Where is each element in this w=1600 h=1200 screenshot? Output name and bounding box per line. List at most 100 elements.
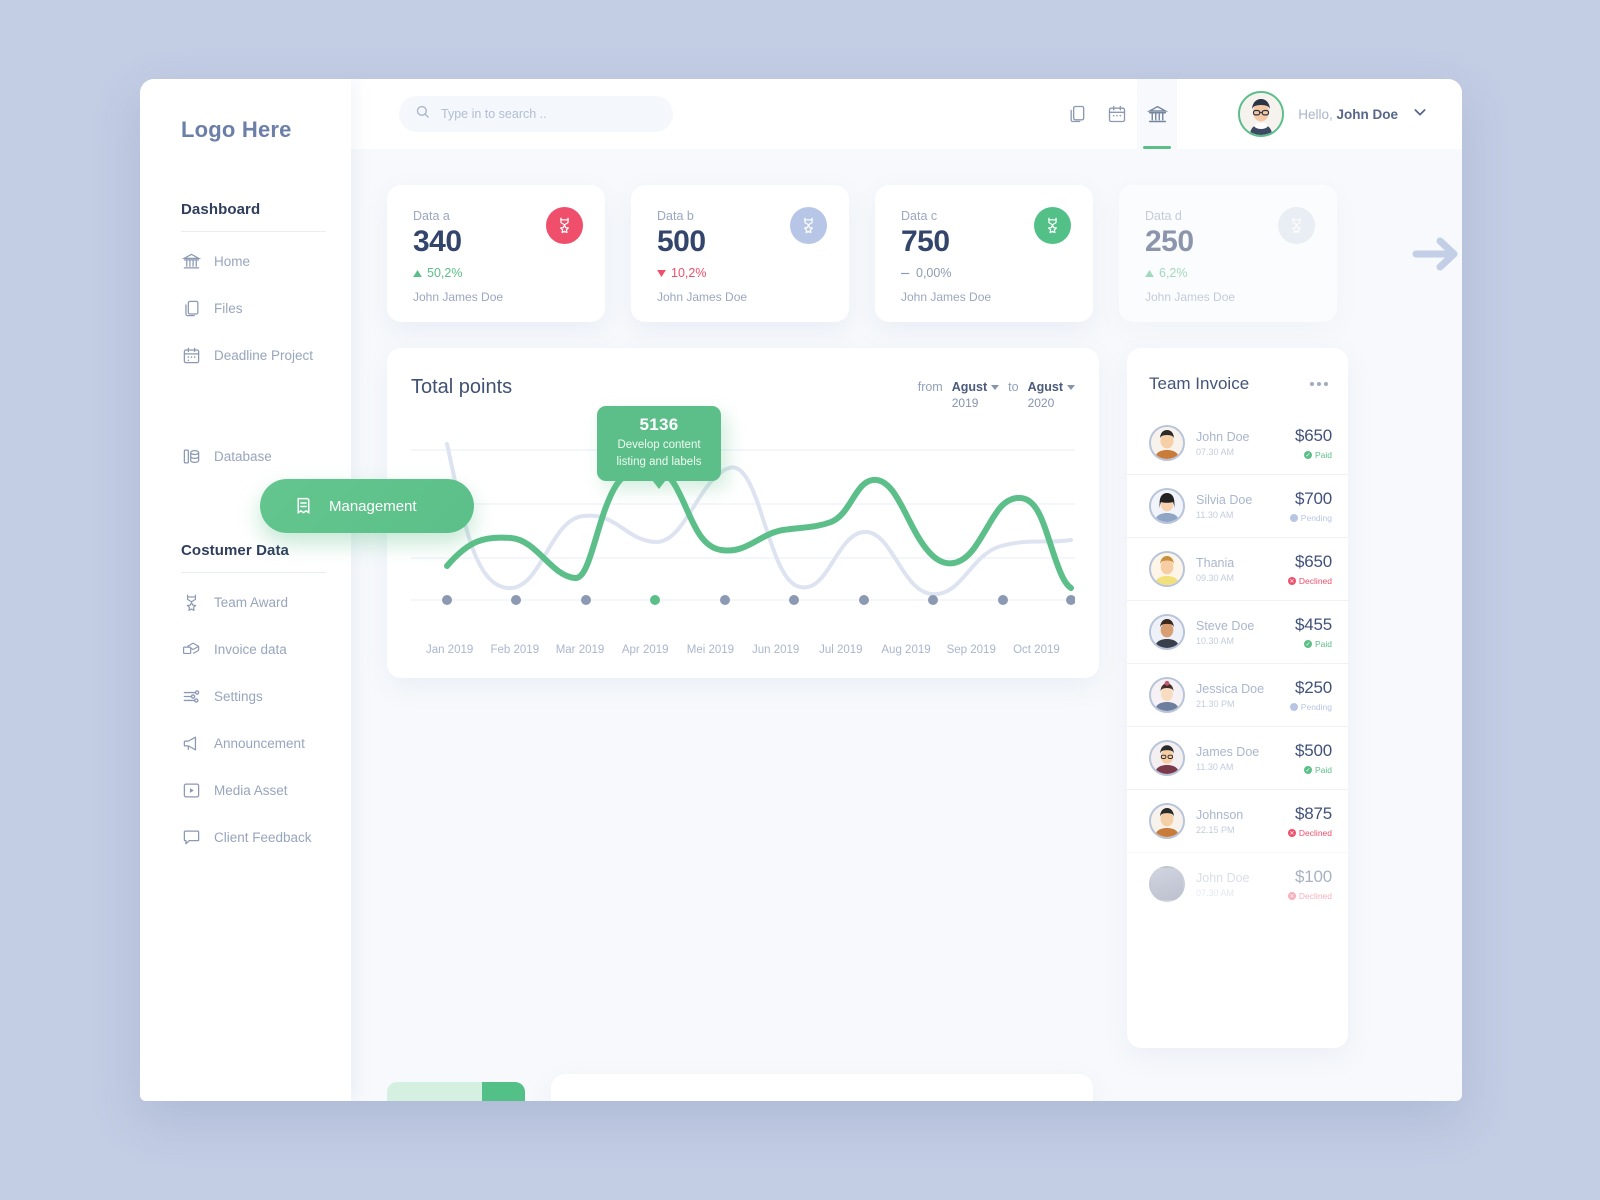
x-tick-label: Feb 2019: [490, 644, 540, 656]
stat-card-d[interactable]: Data d 250 6,2% John James Doe: [1119, 185, 1337, 322]
invoice-amount-block: $700 Pending: [1289, 489, 1332, 523]
status-badge: ✕ Declined: [1287, 891, 1332, 901]
tooltip-line2: listing and labels: [616, 455, 702, 468]
avatar: [1238, 91, 1285, 137]
x-tick-label: Mei 2019: [686, 644, 735, 656]
team-invoice-header: Team Invoice: [1127, 348, 1348, 412]
status-badge: ✕ Declined: [1287, 576, 1332, 586]
media-icon: [182, 781, 201, 800]
next-cards-arrow-icon[interactable]: [1410, 231, 1462, 282]
x-tick-label: Jan 2019: [425, 644, 474, 656]
invoice-time: 11.30 AM: [1196, 509, 1234, 520]
invoice-person: Johnson 22.15 PM: [1196, 808, 1277, 835]
search-input[interactable]: [441, 107, 657, 121]
medal-icon: [182, 593, 201, 612]
sidebar-item-database[interactable]: Database: [181, 433, 326, 480]
invoice-amount: $700: [1294, 489, 1332, 508]
x-tick-label: Sep 2019: [946, 644, 996, 656]
chevron-down-icon: [991, 384, 1000, 390]
chevron-down-icon[interactable]: [1412, 104, 1428, 125]
invoice-name: John Doe: [1196, 870, 1250, 885]
x-tick-label: Jun 2019: [751, 644, 800, 656]
range-from-select[interactable]: Agust 2019: [952, 380, 1000, 410]
stat-delta-value: 50,2%: [427, 266, 463, 280]
stat-card-b[interactable]: Data b 500 10,2% John James Doe: [631, 185, 849, 322]
invoice-icon: [182, 640, 201, 659]
search-box[interactable]: [399, 96, 673, 132]
invoice-person: Steve Doe 10.30 AM: [1196, 619, 1284, 646]
chart-tooltip: 5136 Develop content listing and labels: [597, 406, 721, 490]
sidebar-item-media-asset[interactable]: Media Asset: [181, 767, 326, 814]
nav-section-title: Costumer Data: [181, 542, 326, 573]
avatar: [1149, 425, 1185, 461]
stat-card-c[interactable]: Data c 750 0,00% John James Doe: [875, 185, 1093, 322]
line-chart: 5136 Develop content listing and labels: [411, 406, 1075, 640]
sidebar-item-client-feedback[interactable]: Client Feedback: [181, 814, 326, 861]
col-created-by: CREATED BY: [713, 1100, 855, 1101]
team-invoice-card: Team Invoice John Doe 07.30 AM $650 ✓ Pa…: [1127, 348, 1348, 1048]
stat-delta: 0,00%: [901, 266, 1071, 280]
sidebar-item-label: Files: [214, 301, 243, 316]
sidebar-item-label: Media Asset: [214, 783, 288, 798]
page-title: Total points: [411, 376, 513, 398]
sidebar-item-invoice-data[interactable]: Invoice data: [181, 626, 326, 673]
col-status: STATUS: [855, 1100, 995, 1101]
invoice-amount: $455: [1294, 615, 1332, 634]
invoice-person: Silvia Doe 11.30 AM: [1196, 493, 1279, 520]
invoice-name: Thania: [1196, 555, 1235, 570]
topbar-files-icon[interactable]: [1057, 79, 1097, 149]
sidebar-item-settings[interactable]: Settings: [181, 673, 326, 720]
invoice-amount-block: $250 Pending: [1289, 678, 1332, 712]
invoice-time: 11.30 AM: [1196, 761, 1234, 772]
range-to-select[interactable]: Agust 2020: [1028, 380, 1075, 410]
invoice-row[interactable]: Thania 09.30 AM $650 ✕ Declined: [1127, 537, 1348, 600]
calendar-icon: [182, 346, 201, 365]
nav-section-title: Dashboard: [181, 201, 326, 232]
nav-list-dashboard: Home Files Deadline Project Database: [181, 238, 326, 480]
topbar-bank-icon[interactable]: [1137, 79, 1178, 149]
nav-section-dashboard: Dashboard Home Files Deadline Project Da…: [140, 201, 351, 480]
x-tick-label: Jul 2019: [819, 644, 863, 656]
sidebar-item-files[interactable]: Files: [181, 285, 326, 332]
sidebar-item-home[interactable]: Home: [181, 238, 326, 285]
stat-sub: John James Doe: [1145, 290, 1236, 304]
stat-delta-value: 6,2%: [1159, 266, 1188, 280]
range-to-year: 2020: [1027, 396, 1055, 410]
document-list-icon: [293, 496, 314, 517]
invoice-row[interactable]: Silvia Doe 11.30 AM $700 Pending: [1127, 474, 1348, 537]
sidebar-item-management[interactable]: Management: [260, 479, 474, 533]
invoice-row[interactable]: Johnson 22.15 PM $875 ✕ Declined: [1127, 789, 1348, 852]
user-menu[interactable]: Hello, John Doe: [1238, 91, 1462, 137]
status-badge: Pending: [1289, 702, 1332, 712]
search-wrapper: [351, 96, 673, 132]
invoice-name: Silvia Doe: [1196, 492, 1253, 507]
app-window: Logo Here Dashboard Home Files Deadline …: [140, 79, 1462, 1101]
invoice-row[interactable]: Jessica Doe 21.30 PM $250 Pending: [1127, 663, 1348, 726]
invoice-time: 07.30 AM: [1196, 887, 1235, 898]
invoice-row[interactable]: John Doe 07.30 AM $650 ✓ Paid: [1127, 412, 1348, 474]
invoice-person: John Doe 07.30 AM: [1196, 430, 1284, 457]
bank-icon: [182, 252, 201, 271]
stat-card-a[interactable]: Data a 340 50,2% John James Doe: [387, 185, 605, 322]
sidebar-item-label: Deadline Project: [214, 348, 314, 363]
topbar-calendar-icon[interactable]: [1097, 79, 1137, 149]
stat-sub: John James Doe: [413, 290, 504, 304]
invoice-amount: $650: [1294, 426, 1332, 445]
invoice-row[interactable]: Steve Doe 10.30 AM $455 ✓ Paid: [1127, 600, 1348, 663]
medal-icon: [790, 207, 827, 244]
more-dots-icon[interactable]: [1310, 382, 1328, 386]
stat-delta: 6,2%: [1145, 266, 1315, 280]
cross-icon: ✕: [1287, 892, 1296, 900]
status-label: Paid: [1314, 450, 1332, 460]
score-card[interactable]: John Doe 77: [387, 1082, 525, 1101]
sidebar-item-team-award[interactable]: Team Award: [181, 579, 326, 626]
invoice-name: Jessica Doe: [1196, 681, 1265, 696]
invoice-row[interactable]: James Doe 11.30 AM $500 ✓ Paid: [1127, 726, 1348, 789]
sidebar-item-label: Settings: [214, 689, 263, 704]
invoice-name: John Doe: [1196, 429, 1250, 444]
range-from-label: from: [917, 380, 943, 394]
sidebar-item-announcement[interactable]: Announcement: [181, 720, 326, 767]
invoice-row[interactable]: John Doe 07.30 AM $100 ✕ Declined: [1127, 852, 1348, 915]
sidebar-item-deadline-project[interactable]: Deadline Project: [181, 332, 326, 379]
status-badge: Pending: [1289, 513, 1332, 523]
